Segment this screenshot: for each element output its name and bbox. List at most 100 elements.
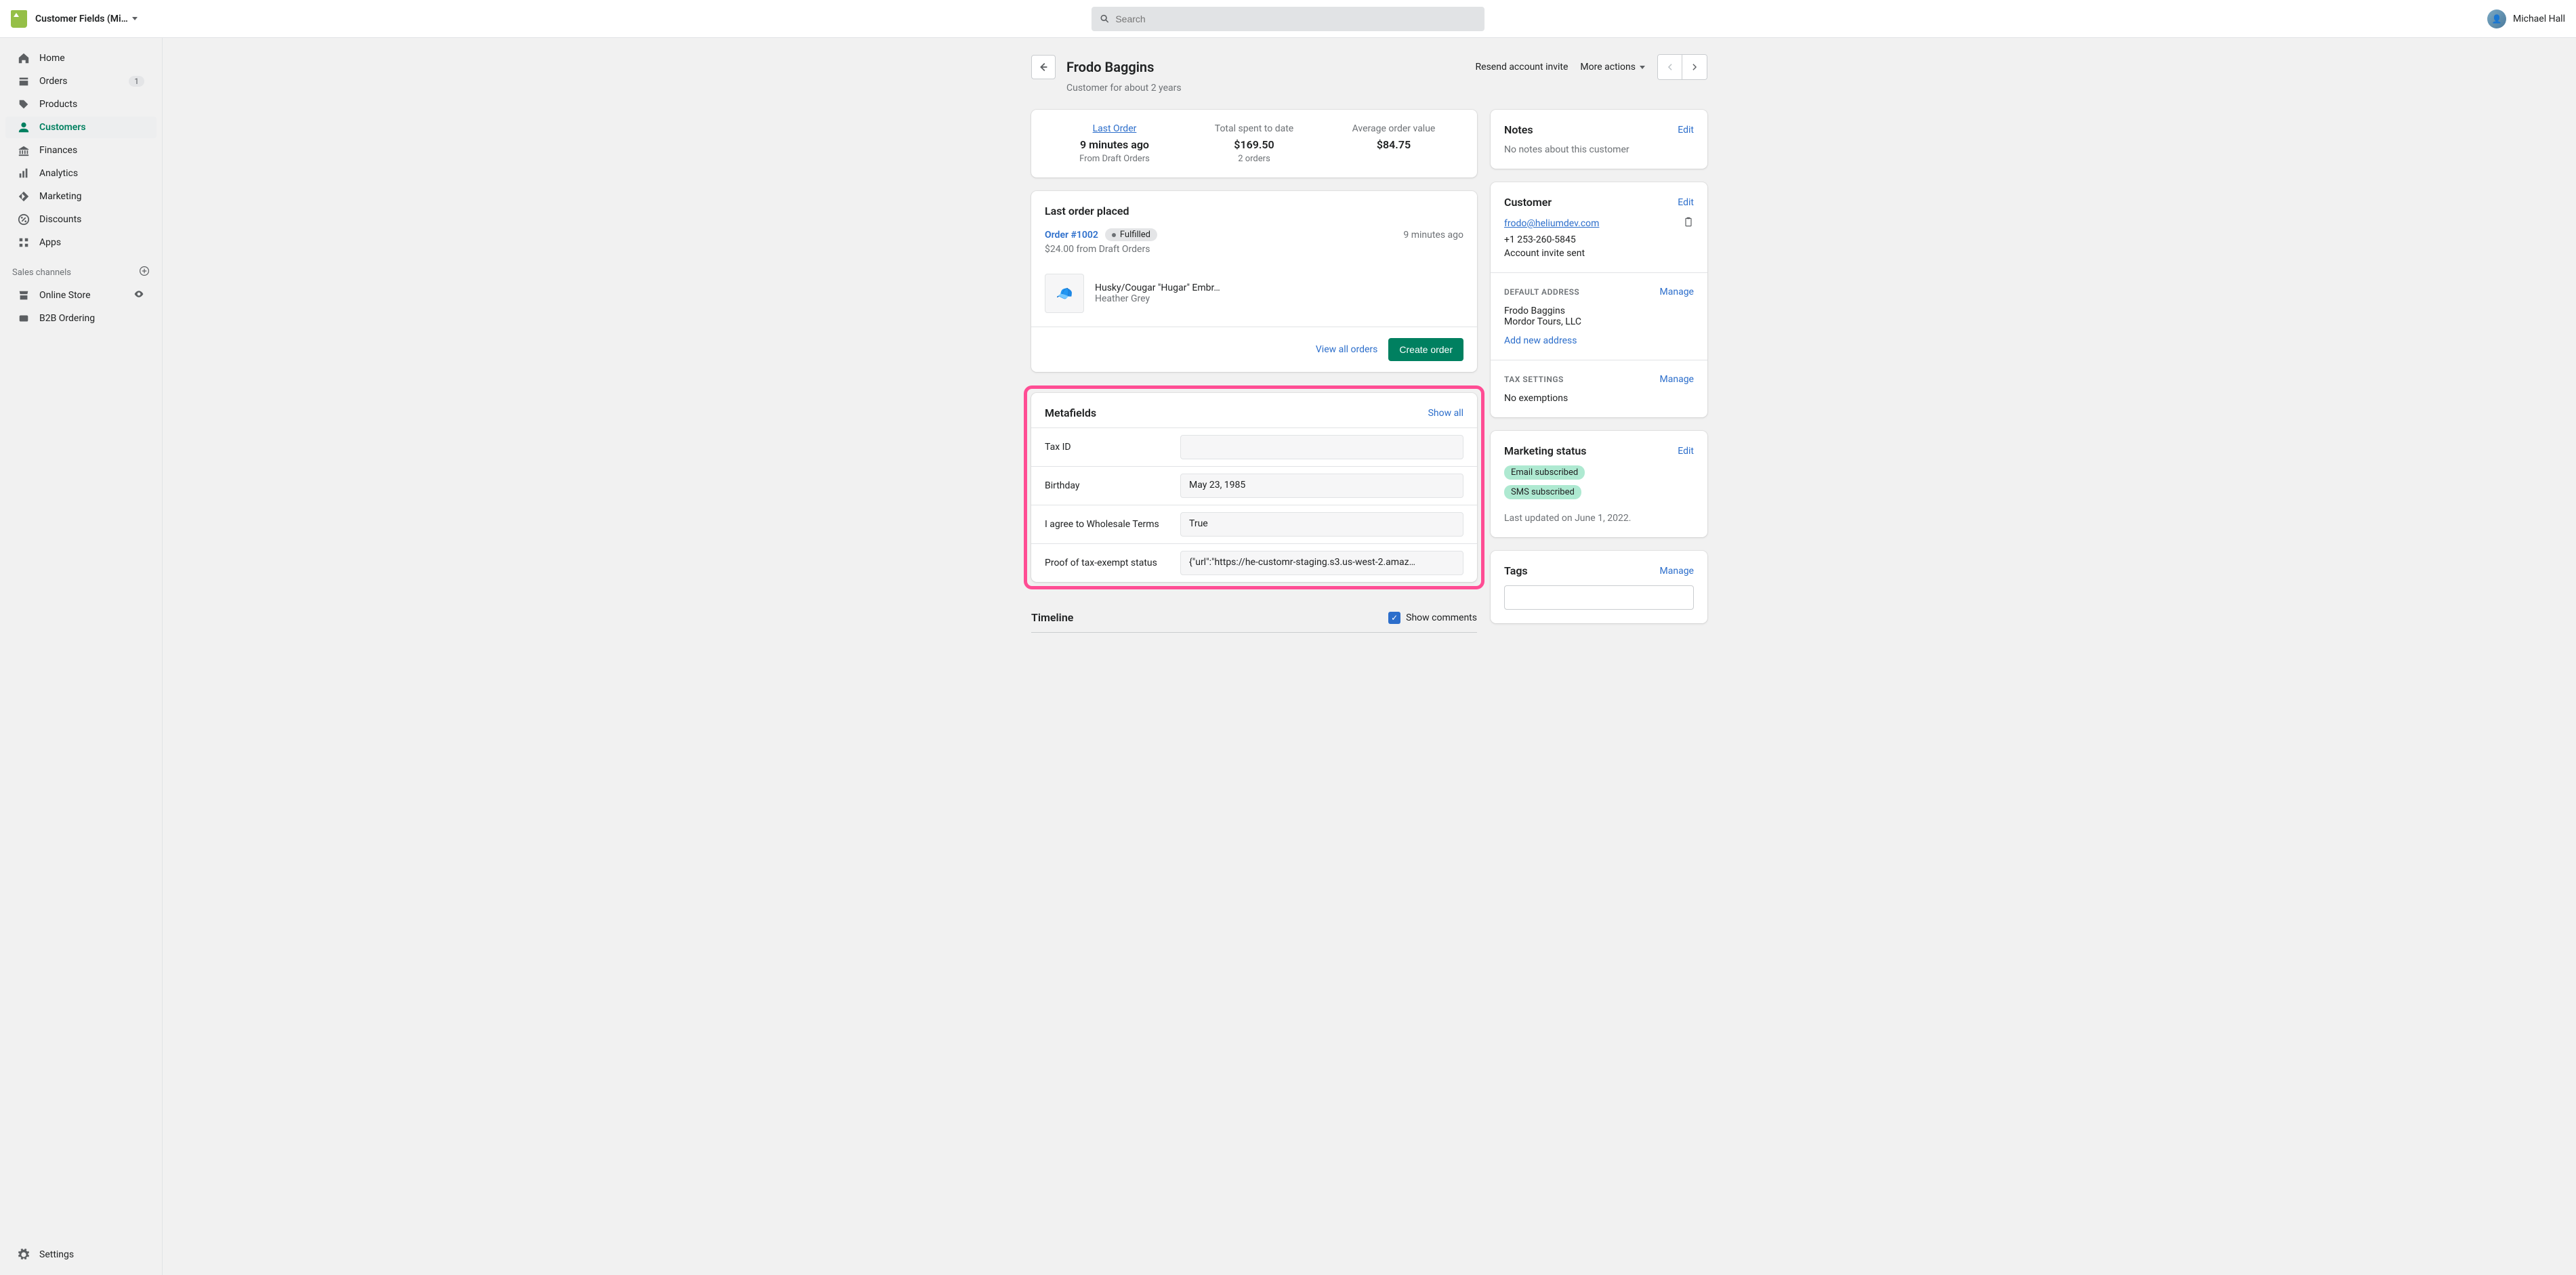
b2b-icon <box>18 312 30 325</box>
search-input[interactable] <box>1115 14 1476 24</box>
topbar: Customer Fields (Mi… 👤 Michael Hall <box>0 0 2576 38</box>
last-order-card: Last order placed Order #1002 Fulfilled … <box>1031 191 1477 372</box>
finances-icon <box>18 144 30 156</box>
stat-label: Average order value <box>1324 123 1463 134</box>
tags-title: Tags <box>1504 564 1528 577</box>
status-badge: Fulfilled <box>1105 228 1157 241</box>
caret-down-icon <box>132 17 138 20</box>
more-actions-button[interactable]: More actions <box>1580 62 1645 72</box>
create-order-button[interactable]: Create order <box>1388 338 1463 361</box>
show-all-link[interactable]: Show all <box>1428 408 1463 419</box>
stat-value: 9 minutes ago <box>1045 138 1184 151</box>
show-comments-checkbox[interactable]: ✓ <box>1388 612 1400 624</box>
metafield-input[interactable]: {"url":"https://he-customr-staging.s3.us… <box>1180 551 1463 575</box>
shopify-logo-icon[interactable] <box>11 10 27 28</box>
last-order-link[interactable]: Last Order <box>1093 123 1137 134</box>
app-switcher[interactable]: Customer Fields (Mi… <box>35 14 138 24</box>
tags-manage-link[interactable]: Manage <box>1660 566 1694 577</box>
last-order-title: Last order placed <box>1045 205 1463 217</box>
add-address-link[interactable]: Add new address <box>1504 335 1577 346</box>
sidebar-item-marketing[interactable]: Marketing <box>5 186 157 207</box>
address-manage-link[interactable]: Manage <box>1660 287 1694 297</box>
metafields-highlight: Metafields Show all Tax ID Birthday May … <box>1024 385 1484 589</box>
sidebar-item-orders[interactable]: Orders 1 <box>5 70 157 92</box>
customers-icon <box>18 121 30 133</box>
customer-email-link[interactable]: frodo@heliumdev.com <box>1504 218 1599 229</box>
customer-phone: +1 253-260-5845 <box>1504 234 1694 245</box>
clipboard-icon[interactable] <box>1683 217 1694 230</box>
sidebar-item-label: Apps <box>39 237 61 248</box>
stat-avg-value: Average order value $84.75 <box>1324 123 1463 164</box>
sidebar-item-products[interactable]: Products <box>5 93 157 115</box>
sidebar-item-analytics[interactable]: Analytics <box>5 163 157 184</box>
order-sub: $24.00 from Draft Orders <box>1045 244 1463 255</box>
topbar-left: Customer Fields (Mi… <box>11 10 138 28</box>
metafield-label: Birthday <box>1045 480 1167 491</box>
gear-icon <box>18 1249 30 1261</box>
metafield-input[interactable]: May 23, 1985 <box>1180 474 1463 498</box>
metafield-input[interactable]: True <box>1180 512 1463 537</box>
user-name[interactable]: Michael Hall <box>2513 14 2565 24</box>
tags-card: Tags Manage <box>1491 551 1707 623</box>
eye-icon[interactable] <box>133 289 144 302</box>
address-line2: Mordor Tours, LLC <box>1504 316 1694 327</box>
pager-next[interactable] <box>1682 55 1707 79</box>
marketing-pill: Email subscribed <box>1504 465 1585 480</box>
order-number-link[interactable]: Order #1002 <box>1045 230 1098 241</box>
sidebar-item-label: Online Store <box>39 290 91 301</box>
sidebar-item-label: Settings <box>39 1249 74 1260</box>
stat-sub: From Draft Orders <box>1045 154 1184 164</box>
search-box[interactable] <box>1092 7 1484 31</box>
product-variant: Heather Grey <box>1095 293 1220 304</box>
resend-invite-action[interactable]: Resend account invite <box>1476 62 1569 72</box>
marketing-edit-link[interactable]: Edit <box>1678 446 1694 457</box>
add-channel-icon[interactable] <box>139 266 150 279</box>
timeline-title: Timeline <box>1031 611 1073 624</box>
page-header: Frodo Baggins Resend account invite More… <box>1031 54 1707 80</box>
view-all-orders-link[interactable]: View all orders <box>1316 344 1378 355</box>
tags-input[interactable] <box>1504 585 1694 610</box>
sidebar-item-apps[interactable]: Apps <box>5 232 157 253</box>
customer-edit-link[interactable]: Edit <box>1678 197 1694 208</box>
metafield-input[interactable] <box>1180 435 1463 459</box>
marketing-updated: Last updated on June 1, 2022. <box>1504 513 1694 524</box>
show-comments-label: Show comments <box>1406 612 1477 623</box>
tax-manage-link[interactable]: Manage <box>1660 374 1694 385</box>
metafield-row: Tax ID <box>1031 427 1477 466</box>
sidebar-item-online-store[interactable]: Online Store <box>5 285 157 306</box>
avatar[interactable]: 👤 <box>2487 9 2506 28</box>
sidebar-item-settings[interactable]: Settings <box>5 1244 157 1266</box>
arrow-left-icon <box>1037 61 1050 73</box>
tax-settings-label: TAX SETTINGS <box>1504 375 1564 384</box>
sidebar-item-label: Products <box>39 99 77 110</box>
stat-sub: 2 orders <box>1184 154 1324 164</box>
discounts-icon <box>18 213 30 226</box>
sidebar-item-discounts[interactable]: Discounts <box>5 209 157 230</box>
back-button[interactable] <box>1031 55 1056 79</box>
product-thumbnail: 🧢 <box>1045 274 1084 313</box>
sidebar-item-b2b[interactable]: B2B Ordering <box>5 308 157 329</box>
stat-label: Total spent to date <box>1184 123 1324 134</box>
sidebar-item-customers[interactable]: Customers <box>5 117 157 138</box>
sidebar-item-finances[interactable]: Finances <box>5 140 157 161</box>
chevron-right-icon <box>1690 62 1699 72</box>
notes-edit-link[interactable]: Edit <box>1678 125 1694 135</box>
marketing-pill: SMS subscribed <box>1504 485 1581 499</box>
metafield-label: Proof of tax-exempt status <box>1045 558 1167 568</box>
stat-total-spent: Total spent to date $169.50 2 orders <box>1184 123 1324 164</box>
sidebar: Home Orders 1 Products Customers Finance… <box>0 38 163 1275</box>
timeline-section: Timeline ✓ Show comments <box>1031 603 1477 633</box>
default-address-label: DEFAULT ADDRESS <box>1504 287 1579 297</box>
sidebar-item-label: Home <box>39 53 65 64</box>
chevron-left-icon <box>1665 62 1675 72</box>
pager-prev[interactable] <box>1658 55 1682 79</box>
customer-title: Customer <box>1504 196 1552 209</box>
metafield-label: Tax ID <box>1045 442 1167 453</box>
marketing-title: Marketing status <box>1504 444 1587 457</box>
sidebar-item-home[interactable]: Home <box>5 47 157 69</box>
page-title: Frodo Baggins <box>1066 59 1465 75</box>
address-line1: Frodo Baggins <box>1504 306 1694 316</box>
metafields-title: Metafields <box>1045 406 1096 419</box>
sidebar-item-label: Finances <box>39 145 77 156</box>
customer-card: Customer Edit frodo@heliumdev.com +1 253… <box>1491 182 1707 417</box>
